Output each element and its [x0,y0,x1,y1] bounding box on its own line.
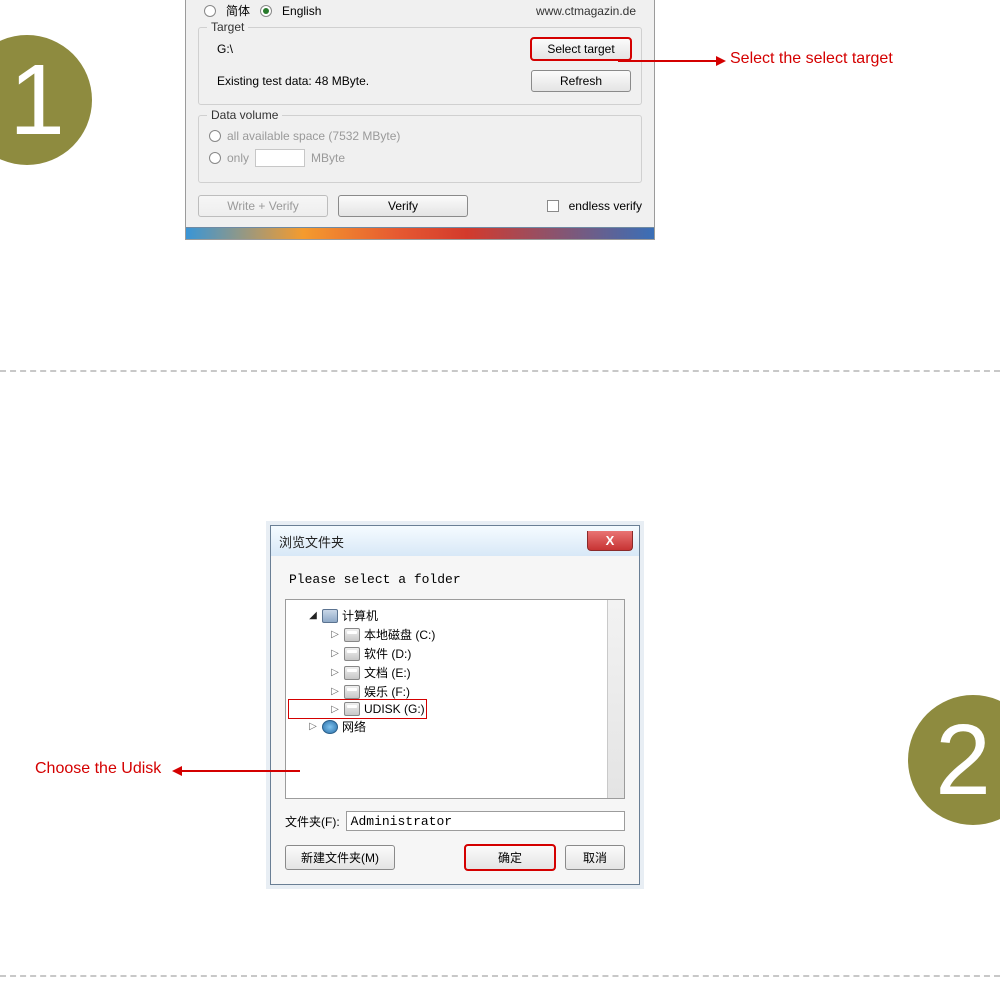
endless-verify-label: endless verify [569,199,642,213]
annotation-arrow [618,60,718,62]
only-mbyte-input[interactable] [255,149,305,167]
mbyte-label: MByte [311,151,345,165]
step-1-badge: 1 [0,35,92,165]
expand-icon[interactable]: ▷ [330,704,340,715]
tree-drive-g-udisk[interactable]: ▷ UDISK (G:) [290,701,425,717]
target-group: Target G:\ Select target Existing test d… [198,27,642,105]
step-1-number: 1 [9,43,65,158]
data-volume-group: Data volume all available space (7532 MB… [198,115,642,183]
tree-label: 软件 (D:) [364,645,411,662]
folder-tree[interactable]: ◢ 计算机 ▷ 本地磁盘 (C:) ▷ 软件 (D:) ▷ 文档 (E:) ▷ [285,599,625,799]
tree-label: UDISK (G:) [364,702,425,716]
expand-icon[interactable]: ▷ [330,686,340,697]
website-url: www.ctmagazin.de [536,4,636,18]
close-icon: X [606,533,615,548]
tree-label: 本地磁盘 (C:) [364,626,435,643]
existing-test-data: Existing test data: 48 MByte. [209,74,369,88]
tree-drive-f[interactable]: ▷ 娱乐 (F:) [290,682,620,701]
computer-icon [322,609,338,623]
tree-network[interactable]: ▷ 网络 [290,717,620,736]
dialog-title: 浏览文件夹 [279,532,344,551]
expand-icon[interactable]: ▷ [330,667,340,678]
tree-drive-d[interactable]: ▷ 软件 (D:) [290,644,620,663]
select-target-button[interactable]: Select target [531,38,631,60]
annotation-arrow [180,770,300,772]
dialog-titlebar[interactable]: 浏览文件夹 X [271,526,639,556]
only-radio[interactable] [209,152,221,164]
expand-icon[interactable]: ▷ [330,648,340,659]
write-verify-button[interactable]: Write + Verify [198,195,328,217]
target-group-title: Target [207,20,248,34]
dialog-prompt: Please select a folder [285,566,625,599]
drive-icon [344,666,360,680]
tree-label: 文档 (E:) [364,664,411,681]
target-path: G:\ [209,38,237,60]
folder-name-input[interactable]: Administrator [346,811,625,831]
tree-computer[interactable]: ◢ 计算机 [290,606,620,625]
tree-label: 网络 [342,718,366,735]
tree-drive-e[interactable]: ▷ 文档 (E:) [290,663,620,682]
refresh-button[interactable]: Refresh [531,70,631,92]
close-button[interactable]: X [587,531,633,551]
new-folder-button[interactable]: 新建文件夹(M) [285,845,395,870]
lang-english-label: English [282,4,321,18]
drive-icon [344,685,360,699]
section-divider [0,975,1000,977]
endless-verify-checkbox[interactable] [547,200,559,212]
only-label: only [227,151,249,165]
tree-drive-c[interactable]: ▷ 本地磁盘 (C:) [290,625,620,644]
all-space-radio[interactable] [209,130,221,142]
h2testw-dialog: 简体 English www.ctmagazin.de Target G:\ S… [185,0,655,240]
network-icon [322,720,338,734]
section-divider [0,370,1000,372]
data-volume-title: Data volume [207,108,282,122]
drive-icon [344,702,360,716]
drive-icon [344,647,360,661]
expand-icon[interactable]: ▷ [308,721,318,732]
folder-field-label: 文件夹(F): [285,813,340,830]
step-2-number: 2 [935,703,991,818]
verify-button[interactable]: Verify [338,195,468,217]
lang-simplified-radio[interactable] [204,5,216,17]
step-2-badge: 2 [908,695,1000,825]
drive-icon [344,628,360,642]
cancel-button[interactable]: 取消 [565,845,625,870]
all-space-label: all available space (7532 MByte) [227,129,400,143]
taskbar-edge [186,227,654,239]
lang-english-radio[interactable] [260,5,272,17]
tree-label: 娱乐 (F:) [364,683,410,700]
expand-icon[interactable]: ◢ [308,610,318,621]
annotation-text: Select the select target [730,50,893,68]
browse-folder-dialog: 浏览文件夹 X Please select a folder ◢ 计算机 ▷ 本… [270,525,640,885]
annotation-text: Choose the Udisk [35,760,161,778]
tree-label: 计算机 [342,607,378,624]
lang-simplified-label: 简体 [226,2,250,19]
ok-button[interactable]: 确定 [465,845,555,870]
expand-icon[interactable]: ▷ [330,629,340,640]
